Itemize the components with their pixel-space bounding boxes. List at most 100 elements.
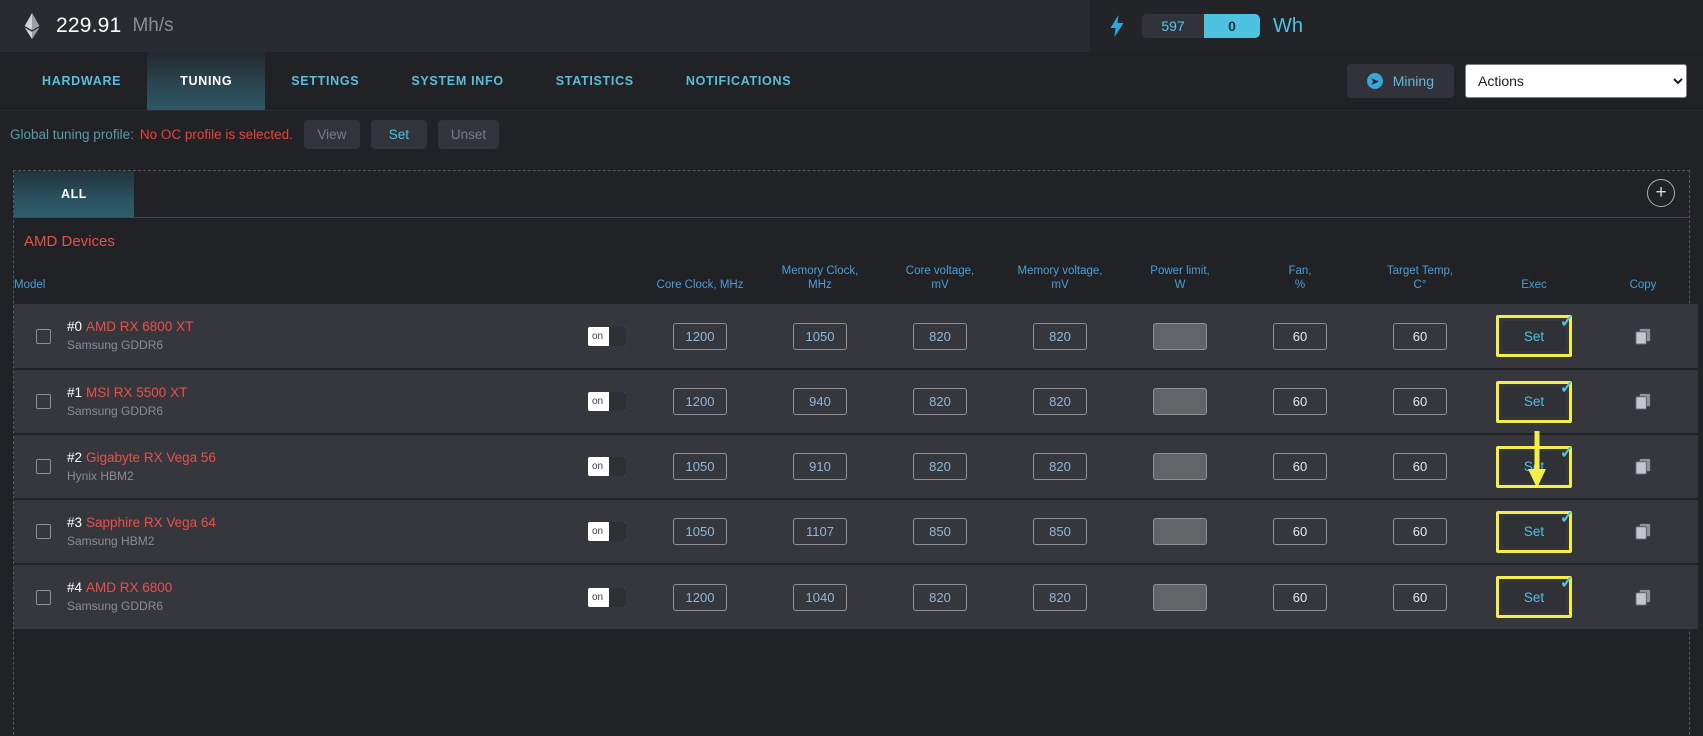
core-voltage-input[interactable] (913, 388, 967, 415)
cell-exec: Set ✓ (1480, 499, 1588, 564)
memory-clock-input[interactable] (793, 583, 847, 611)
toggle-knob (609, 326, 626, 346)
tab-hardware[interactable]: HARDWARE (16, 52, 147, 110)
memory-voltage-input[interactable] (1033, 322, 1087, 350)
fan-input[interactable] (1273, 322, 1327, 350)
group-tab-all[interactable]: ALL (14, 171, 134, 217)
power-limit-input[interactable] (1153, 322, 1207, 350)
fan-input[interactable] (1273, 453, 1327, 480)
target-temp-input[interactable] (1393, 583, 1447, 611)
toggle-label: on (592, 591, 604, 603)
actions-dropdown[interactable]: Actions (1465, 64, 1687, 98)
row-checkbox[interactable] (36, 524, 51, 539)
header-core-voltage-l2: mV (931, 279, 949, 291)
header-fan-l1: Fan, (1288, 265, 1312, 277)
memory-clock-input[interactable] (793, 388, 847, 415)
profile-unset-button[interactable]: Unset (437, 119, 500, 149)
cell-fan (1240, 434, 1360, 499)
mining-button[interactable]: ➤ Mining (1346, 64, 1454, 98)
memory-clock-input[interactable] (793, 453, 847, 480)
exec-set-button[interactable]: Set (1502, 516, 1566, 547)
device-name: AMD RX 6800 (86, 580, 173, 595)
device-enable-toggle[interactable]: on (588, 457, 626, 476)
memory-voltage-input[interactable] (1033, 518, 1087, 545)
cell-memory-clock (760, 369, 880, 434)
row-checkbox[interactable] (36, 328, 51, 344)
memory-voltage-input[interactable] (1033, 388, 1087, 415)
power-limit-input[interactable] (1153, 583, 1207, 611)
cell-fan (1240, 499, 1360, 564)
power-meter: 597 0 Wh (1090, 0, 1703, 52)
power-secondary: 0 (1204, 14, 1260, 38)
exec-set-button[interactable]: Set (1502, 386, 1566, 417)
copy-icon[interactable] (1634, 392, 1653, 411)
header-fan: Fan, % (1240, 250, 1360, 304)
toggle-knob (609, 457, 626, 476)
memory-voltage-input[interactable] (1033, 453, 1087, 480)
memory-voltage-input[interactable] (1033, 583, 1087, 611)
core-clock-input[interactable] (673, 322, 727, 350)
copy-icon[interactable] (1634, 522, 1653, 541)
profile-status: No OC profile is selected. (139, 126, 293, 142)
tab-statistics[interactable]: STATISTICS (530, 52, 660, 110)
copy-icon[interactable] (1634, 327, 1653, 346)
profile-view-button[interactable]: View (303, 119, 360, 149)
device-enable-toggle[interactable]: on (588, 522, 626, 541)
device-index: #0 (67, 319, 83, 334)
memory-clock-input[interactable] (793, 518, 847, 545)
core-clock-input[interactable] (673, 518, 727, 545)
header-target-temp-l2: C° (1413, 279, 1427, 291)
core-clock-input[interactable] (673, 453, 727, 480)
mining-button-label: Mining (1392, 73, 1434, 89)
core-clock-input[interactable] (673, 388, 727, 415)
tab-system-info[interactable]: SYSTEM INFO (385, 52, 529, 110)
tab-tuning[interactable]: TUNING (147, 52, 266, 110)
device-enable-toggle[interactable]: on (588, 326, 626, 346)
cell-memory-clock (760, 564, 880, 629)
fan-input[interactable] (1273, 388, 1327, 415)
cell-model: #3 Sapphire RX Vega 64 Samsung HBM2 (14, 499, 574, 564)
target-temp-input[interactable] (1393, 518, 1447, 545)
row-checkbox[interactable] (36, 459, 51, 474)
power-limit-input[interactable] (1153, 518, 1207, 545)
plus-circle-icon[interactable]: + (1647, 179, 1675, 207)
cell-core-clock (640, 369, 760, 434)
tuning-table: Model Core Clock, MHz Memory Clock, MHz … (14, 250, 1698, 629)
main-tab-nav: HARDWARE TUNING SETTINGS SYSTEM INFO STA… (0, 52, 1703, 110)
power-limit-input[interactable] (1153, 453, 1207, 480)
target-temp-input[interactable] (1393, 453, 1447, 480)
row-checkbox[interactable] (36, 589, 51, 605)
core-voltage-input[interactable] (913, 322, 967, 350)
exec-set-button[interactable]: Set (1502, 582, 1566, 612)
table-row: #4AMD RX 6800 Samsung GDDR6 on Set✓ (14, 564, 1698, 629)
cell-power-limit (1120, 369, 1240, 434)
tab-settings[interactable]: SETTINGS (265, 52, 385, 110)
compass-icon: ➤ (1366, 73, 1383, 89)
power-consumed: 597 (1142, 14, 1204, 38)
row-checkbox[interactable] (36, 394, 51, 409)
core-voltage-input[interactable] (913, 453, 967, 480)
core-voltage-input[interactable] (913, 518, 967, 545)
target-temp-input[interactable] (1393, 322, 1447, 350)
device-enable-toggle[interactable]: on (588, 392, 626, 411)
header-power-limit: Power limit, W (1120, 250, 1240, 304)
toggle-label: on (592, 396, 604, 407)
fan-input[interactable] (1273, 518, 1327, 545)
cell-memory-voltage (1000, 499, 1120, 564)
header-exec: Exec (1521, 279, 1547, 291)
tab-notifications[interactable]: NOTIFICATIONS (660, 52, 817, 110)
fan-input[interactable] (1273, 583, 1327, 611)
power-limit-input[interactable] (1153, 388, 1207, 415)
target-temp-input[interactable] (1393, 388, 1447, 415)
memory-clock-input[interactable] (793, 322, 847, 350)
core-voltage-input[interactable] (913, 583, 967, 611)
toggle-knob (609, 587, 626, 607)
exec-set-button[interactable]: Set (1502, 321, 1566, 351)
copy-icon[interactable] (1634, 588, 1653, 607)
profile-set-button[interactable]: Set (370, 119, 427, 149)
core-clock-input[interactable] (673, 583, 727, 611)
copy-icon[interactable] (1634, 457, 1653, 476)
cell-core-clock (640, 434, 760, 499)
device-enable-toggle[interactable]: on (588, 587, 626, 607)
power-unit: Wh (1273, 14, 1303, 37)
